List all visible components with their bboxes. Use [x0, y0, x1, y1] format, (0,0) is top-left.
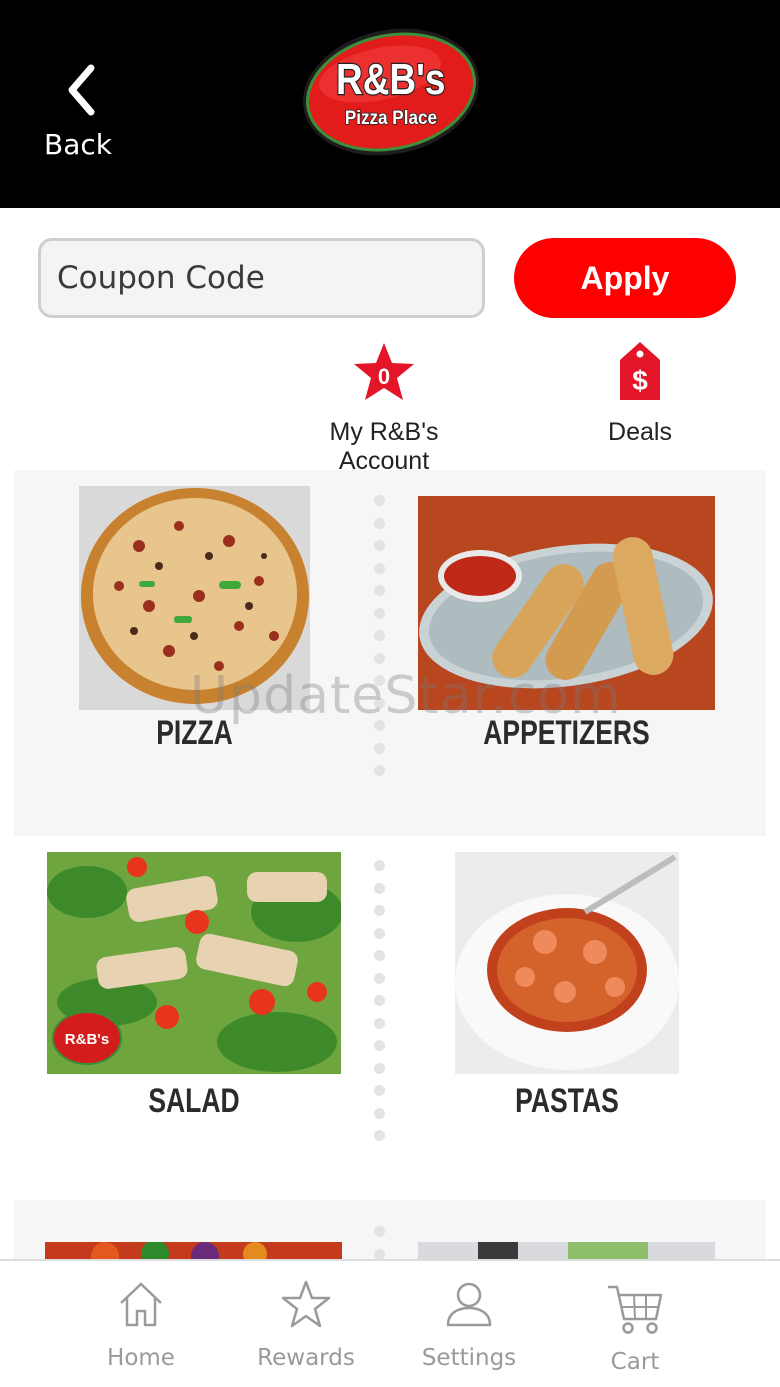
category-label-pastas: PASTAS — [515, 1082, 619, 1120]
category-label-salad: SALAD — [148, 1082, 240, 1120]
nav-settings[interactable]: Settings — [394, 1261, 544, 1387]
nav-rewards-label: Rewards — [257, 1345, 355, 1371]
dish-image — [418, 1242, 715, 1259]
nav-rewards[interactable]: Rewards — [231, 1261, 381, 1387]
column-divider — [374, 495, 386, 788]
apply-coupon-button[interactable]: Apply — [514, 238, 736, 318]
logo-subtitle: Pizza Place — [345, 107, 437, 128]
brand-logo: R&B's Pizza Place — [302, 28, 480, 156]
chevron-left-icon — [68, 64, 95, 116]
star-badge-icon: 0 — [354, 343, 414, 400]
logo-title: R&B's — [336, 54, 445, 104]
nav-cart[interactable]: Cart — [560, 1261, 710, 1387]
deals-label: Deals — [608, 418, 672, 446]
bottom-navigation: Home Rewards Settings Cart — [0, 1259, 780, 1387]
back-button[interactable]: Back — [36, 58, 126, 168]
star-icon — [281, 1280, 331, 1328]
cart-icon — [608, 1285, 663, 1334]
home-icon — [120, 1282, 162, 1327]
appetizers-image — [418, 496, 715, 710]
category-card-pastas[interactable]: PASTAS — [455, 852, 679, 1120]
category-card-appetizers[interactable]: APPETIZERS — [418, 496, 715, 752]
price-tag-icon: $ — [620, 342, 660, 400]
my-account-label: My R&B's Account — [329, 418, 439, 475]
my-account-link[interactable]: 0 My R&B's Account — [284, 340, 484, 476]
nav-cart-label: Cart — [610, 1349, 660, 1375]
vegetables-image — [45, 1242, 342, 1259]
user-icon — [446, 1282, 492, 1327]
deals-link[interactable]: $ Deals — [590, 340, 690, 447]
rewards-count-badge: 0 — [378, 364, 390, 389]
category-label-pizza: PIZZA — [156, 714, 233, 752]
back-label: Back — [44, 128, 112, 161]
nav-home-label: Home — [107, 1345, 175, 1371]
category-card-partial-right[interactable] — [418, 1242, 715, 1259]
salad-image: R&B's — [47, 852, 341, 1074]
app-header: Back R&B's Pizza Place — [0, 0, 780, 208]
salad-logo-badge: R&B's — [65, 1031, 109, 1048]
category-label-appetizers: APPETIZERS — [483, 714, 650, 752]
category-card-pizza[interactable]: PIZZA — [79, 486, 310, 752]
nav-home[interactable]: Home — [66, 1261, 216, 1387]
svg-text:$: $ — [632, 365, 648, 396]
pastas-image — [455, 852, 679, 1074]
category-card-partial-left[interactable] — [45, 1242, 342, 1259]
pizza-image — [79, 486, 310, 710]
nav-settings-label: Settings — [421, 1345, 517, 1371]
coupon-code-input[interactable] — [38, 238, 485, 318]
category-card-salad[interactable]: R&B's SALAD — [47, 852, 341, 1120]
column-divider — [374, 860, 386, 1153]
